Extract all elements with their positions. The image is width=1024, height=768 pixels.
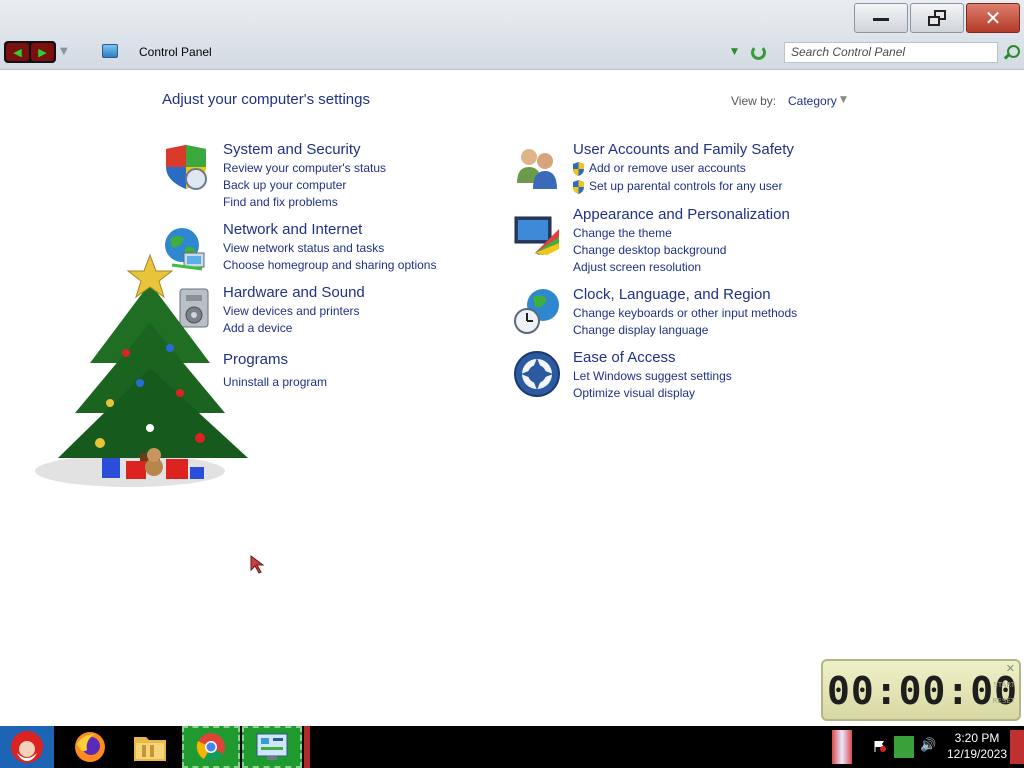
page-title: Adjust your computer's settings [162, 91, 370, 108]
firefox-icon [75, 732, 105, 762]
link-change-theme[interactable]: Change the theme [573, 226, 672, 240]
link-backup[interactable]: Back up your computer [223, 178, 346, 192]
timer-start-button[interactable]: START [993, 681, 1015, 689]
christmas-tree-image [35, 253, 248, 487]
restore-icon [928, 10, 946, 26]
ease-of-access-icon[interactable] [513, 350, 561, 398]
link-review-status[interactable]: Review your computer's status [223, 161, 386, 175]
action-center-flag-icon[interactable] [874, 740, 886, 752]
link-keyboards[interactable]: Change keyboards or other input methods [573, 306, 797, 320]
timer-reset-button[interactable]: RESET [993, 697, 1015, 705]
clock-date[interactable]: 12/19/2023 [944, 747, 1010, 761]
control-panel-icon [256, 733, 288, 760]
mouse-cursor-icon [250, 555, 265, 574]
search-icon[interactable] [1004, 45, 1020, 59]
refresh-icon[interactable] [751, 45, 766, 60]
timer-display: 00:00:00 [827, 669, 1019, 713]
timer-widget: ✕ 00:00:00 START RESET [821, 659, 1021, 721]
tray-overflow[interactable] [832, 730, 852, 764]
minimize-button[interactable] [854, 3, 908, 33]
uac-shield-icon [573, 180, 584, 194]
clock-globe-icon[interactable] [513, 287, 561, 335]
taskbar-firefox[interactable] [64, 726, 116, 768]
back-arrow-icon: ◀ [13, 45, 22, 59]
uac-shield-icon [573, 162, 584, 176]
link-desktop-background[interactable]: Change desktop background [573, 243, 726, 257]
category-title-appearance[interactable]: Appearance and Personalization [573, 206, 790, 223]
close-button[interactable]: ✕ [966, 3, 1020, 33]
chevron-down-icon[interactable]: ▼ [840, 95, 847, 105]
link-add-remove-users[interactable]: Add or remove user accounts [589, 161, 746, 175]
link-display-language[interactable]: Change display language [573, 323, 708, 337]
forward-arrow-icon: ▶ [38, 45, 47, 59]
display-paint-icon[interactable] [513, 211, 561, 259]
category-title-user-accounts[interactable]: User Accounts and Family Safety [573, 141, 794, 158]
network-icon[interactable] [894, 736, 914, 758]
address-bar: ◀ ▶ ▼ Control Panel ▼ Search Control Pan… [0, 36, 1024, 70]
category-title-network-internet[interactable]: Network and Internet [223, 221, 362, 238]
minimize-icon [873, 17, 889, 21]
users-icon[interactable] [513, 143, 561, 191]
taskbar-separator [304, 726, 310, 768]
view-by-label: View by: [731, 94, 777, 108]
link-windows-suggest[interactable]: Let Windows suggest settings [573, 369, 732, 383]
control-panel-small-icon [102, 44, 118, 58]
breadcrumb[interactable]: Control Panel [139, 45, 212, 59]
forward-button[interactable]: ▶ [31, 43, 54, 61]
address-dropdown-icon[interactable]: ▼ [731, 47, 738, 57]
taskbar-control-panel[interactable] [242, 726, 302, 768]
content-pane: Adjust your computer's settings View by:… [0, 71, 1024, 726]
taskbar-file-explorer[interactable] [124, 726, 176, 768]
taskbar-chrome[interactable] [182, 726, 240, 768]
link-fix-problems[interactable]: Find and fix problems [223, 195, 338, 209]
category-title-clock-region[interactable]: Clock, Language, and Region [573, 286, 771, 303]
show-desktop-button[interactable] [1010, 730, 1024, 764]
back-button[interactable]: ◀ [6, 43, 29, 61]
recent-pages-dropdown-icon[interactable]: ▼ [60, 46, 68, 57]
start-icon [11, 731, 43, 763]
category-title-ease-of-access[interactable]: Ease of Access [573, 349, 676, 366]
shield-icon[interactable] [162, 143, 210, 191]
view-by-dropdown[interactable]: Category [788, 94, 837, 108]
link-parental-controls[interactable]: Set up parental controls for any user [589, 179, 782, 193]
start-button[interactable] [0, 726, 54, 768]
file-explorer-icon [134, 737, 166, 761]
link-screen-resolution[interactable]: Adjust screen resolution [573, 260, 701, 274]
volume-icon[interactable]: 🔊 [920, 738, 936, 753]
nav-buttons: ◀ ▶ [4, 41, 56, 63]
search-input[interactable]: Search Control Panel [784, 42, 998, 63]
clock-time[interactable]: 3:20 PM [948, 731, 1006, 745]
restore-button[interactable] [910, 3, 964, 33]
chrome-icon [196, 733, 225, 761]
close-icon: ✕ [984, 6, 1002, 30]
category-title-system-security[interactable]: System and Security [223, 141, 361, 158]
taskbar: 🔊 3:20 PM 12/19/2023 [0, 726, 1024, 768]
title-bar: ✕ [0, 0, 1024, 36]
link-optimize-display[interactable]: Optimize visual display [573, 386, 695, 400]
